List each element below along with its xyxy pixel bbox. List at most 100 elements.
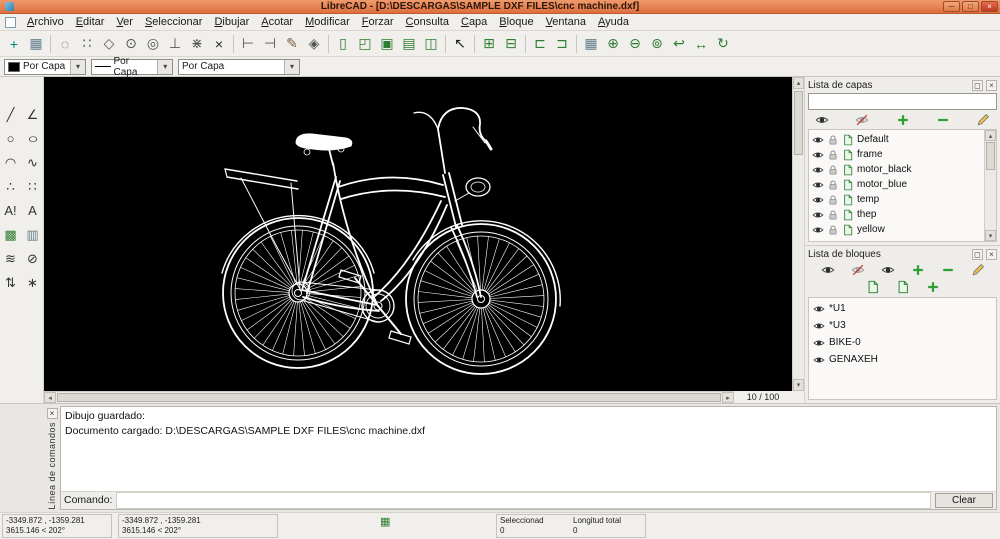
layer-visibility-icon[interactable] xyxy=(812,224,824,236)
layer-row[interactable]: thep xyxy=(809,207,996,222)
float-panel-icon[interactable]: ◻ xyxy=(972,80,983,91)
zoom-fit-window-icon[interactable]: ⊞ xyxy=(478,33,500,55)
menu-editar[interactable]: Editar xyxy=(70,15,111,29)
print-preview-icon[interactable]: ◫ xyxy=(420,33,442,55)
menu-consulta[interactable]: Consulta xyxy=(400,15,455,29)
restrict-vertical-icon[interactable]: ⊣ xyxy=(259,33,281,55)
edit-block-icon[interactable] xyxy=(866,280,880,294)
layer-lock-icon[interactable] xyxy=(827,179,839,191)
order-tool-icon[interactable]: ⇅ xyxy=(1,271,21,294)
menu-capa[interactable]: Capa xyxy=(455,15,493,29)
save-drawing-icon[interactable]: ▣ xyxy=(376,33,398,55)
layer-color-icon[interactable] xyxy=(842,179,854,191)
layer-filter-input[interactable] xyxy=(808,93,997,110)
menu-dibujar[interactable]: Dibujar xyxy=(208,15,255,29)
close-panel-icon[interactable]: × xyxy=(986,80,997,91)
layer-row[interactable]: frame xyxy=(809,147,996,162)
drawing-canvas[interactable] xyxy=(44,77,792,391)
block-row[interactable]: GENAXEH xyxy=(809,351,996,368)
zoom-previous-icon[interactable]: ↩ xyxy=(668,33,690,55)
block-visibility-icon[interactable] xyxy=(813,320,825,332)
grid-toggle-icon[interactable]: ▦ xyxy=(580,33,602,55)
new-drawing-icon[interactable]: ▯ xyxy=(332,33,354,55)
image-tool-icon[interactable]: ▥ xyxy=(23,223,43,246)
layer-row[interactable]: motor_black xyxy=(809,162,996,177)
layer-color-icon[interactable] xyxy=(842,134,854,146)
menu-forzar[interactable]: Forzar xyxy=(356,15,400,29)
toggle-all-layers-visibility-icon[interactable] xyxy=(815,113,829,127)
layer-lock-icon[interactable] xyxy=(827,149,839,161)
zoom-out-icon[interactable]: ⊖ xyxy=(624,33,646,55)
remove-block-icon[interactable] xyxy=(941,263,955,277)
divide-tool-icon[interactable]: ⊘ xyxy=(23,247,43,270)
spline-tool-icon[interactable]: ∿ xyxy=(23,151,43,174)
reset-crosshair-icon[interactable]: + xyxy=(3,33,25,55)
rename-block-icon[interactable] xyxy=(971,263,985,277)
vertical-scrollbar[interactable]: ▴ ▾ xyxy=(792,77,804,391)
menu-archivo[interactable]: Archivo xyxy=(21,15,70,29)
insert-block-icon[interactable] xyxy=(926,280,940,294)
layer-color-icon[interactable] xyxy=(842,224,854,236)
menu-acotar[interactable]: Acotar xyxy=(255,15,299,29)
layer-lock-icon[interactable] xyxy=(827,164,839,176)
layer-lock-icon[interactable] xyxy=(827,209,839,221)
layer-lock-icon[interactable] xyxy=(827,224,839,236)
print-icon[interactable]: ▤ xyxy=(398,33,420,55)
clear-snap-icon[interactable]: × xyxy=(208,33,230,55)
clear-button[interactable]: Clear xyxy=(935,493,993,508)
pen-width-combo[interactable]: Por Capa ▾ xyxy=(91,59,173,75)
block-visibility-icon[interactable] xyxy=(813,354,825,366)
remove-layer-icon[interactable] xyxy=(936,113,950,127)
menu-modificar[interactable]: Modificar xyxy=(299,15,356,29)
close-dock-icon[interactable]: × xyxy=(47,408,58,419)
toggle-block-visibility-icon[interactable] xyxy=(881,263,895,277)
block-row[interactable]: *U3 xyxy=(809,317,996,334)
edit-layer-icon[interactable] xyxy=(976,113,990,127)
horizontal-scrollbar[interactable]: ◂ ▸ xyxy=(44,391,734,403)
next-view-icon[interactable]: ⊐ xyxy=(551,33,573,55)
layer-color-icon[interactable] xyxy=(842,209,854,221)
snap-grid-icon[interactable]: ∷ xyxy=(76,33,98,55)
polyline-tool-icon[interactable]: ≋ xyxy=(1,247,21,270)
layer-lock-icon[interactable] xyxy=(827,134,839,146)
menu-ayuda[interactable]: Ayuda xyxy=(592,15,635,29)
defreeze-all-blocks-icon[interactable] xyxy=(821,263,835,277)
document-icon[interactable] xyxy=(5,17,16,28)
scroll-down-icon[interactable]: ▾ xyxy=(985,230,996,241)
layer-color-icon[interactable] xyxy=(842,149,854,161)
layer-visibility-icon[interactable] xyxy=(812,149,824,161)
command-dock-tab[interactable]: × Línea de comandos xyxy=(44,406,60,510)
arc-tool-icon[interactable]: ◠ xyxy=(1,151,21,174)
layer-row[interactable]: Default xyxy=(809,132,996,147)
block-row[interactable]: *U1 xyxy=(809,300,996,317)
snap-free-icon[interactable]: ◌ xyxy=(54,33,76,55)
layer-visibility-icon[interactable] xyxy=(812,164,824,176)
maximize-button[interactable]: □ xyxy=(962,1,979,12)
layer-lock-icon[interactable] xyxy=(827,194,839,206)
layer-color-icon[interactable] xyxy=(842,164,854,176)
layer-row[interactable]: yellow xyxy=(809,222,996,237)
previous-view-icon[interactable]: ⊏ xyxy=(529,33,551,55)
layer-visibility-icon[interactable] xyxy=(812,134,824,146)
scroll-up-icon[interactable]: ▴ xyxy=(793,77,804,89)
zoom-selection-window-icon[interactable]: ⊟ xyxy=(500,33,522,55)
zoom-in-icon[interactable]: ⊕ xyxy=(602,33,624,55)
layer-color-icon[interactable] xyxy=(842,194,854,206)
float-panel-icon[interactable]: ◻ xyxy=(972,249,983,260)
pen-color-combo[interactable]: Por Capa ▾ xyxy=(4,59,86,75)
snap-on-entity-icon[interactable]: ⊙ xyxy=(120,33,142,55)
circle-tool-icon[interactable]: ○ xyxy=(1,127,21,150)
restrict-horizontal-icon[interactable]: ⊢ xyxy=(237,33,259,55)
mtext-tool-icon[interactable]: A xyxy=(23,199,43,222)
block-row[interactable]: BIKE-0 xyxy=(809,334,996,351)
layer-visibility-icon[interactable] xyxy=(812,194,824,206)
close-panel-icon[interactable]: × xyxy=(986,249,997,260)
block-visibility-icon[interactable] xyxy=(813,337,825,349)
horizontal-scroll-thumb[interactable] xyxy=(57,393,721,402)
layer-visibility-icon[interactable] xyxy=(812,209,824,221)
grid-icon[interactable]: ▦ xyxy=(25,33,47,55)
lock-relative-zero-icon[interactable]: ◈ xyxy=(303,33,325,55)
point-tool-icon[interactable]: ∴ xyxy=(1,175,21,198)
menu-ver[interactable]: Ver xyxy=(110,15,139,29)
snap-center-icon[interactable]: ◎ xyxy=(142,33,164,55)
